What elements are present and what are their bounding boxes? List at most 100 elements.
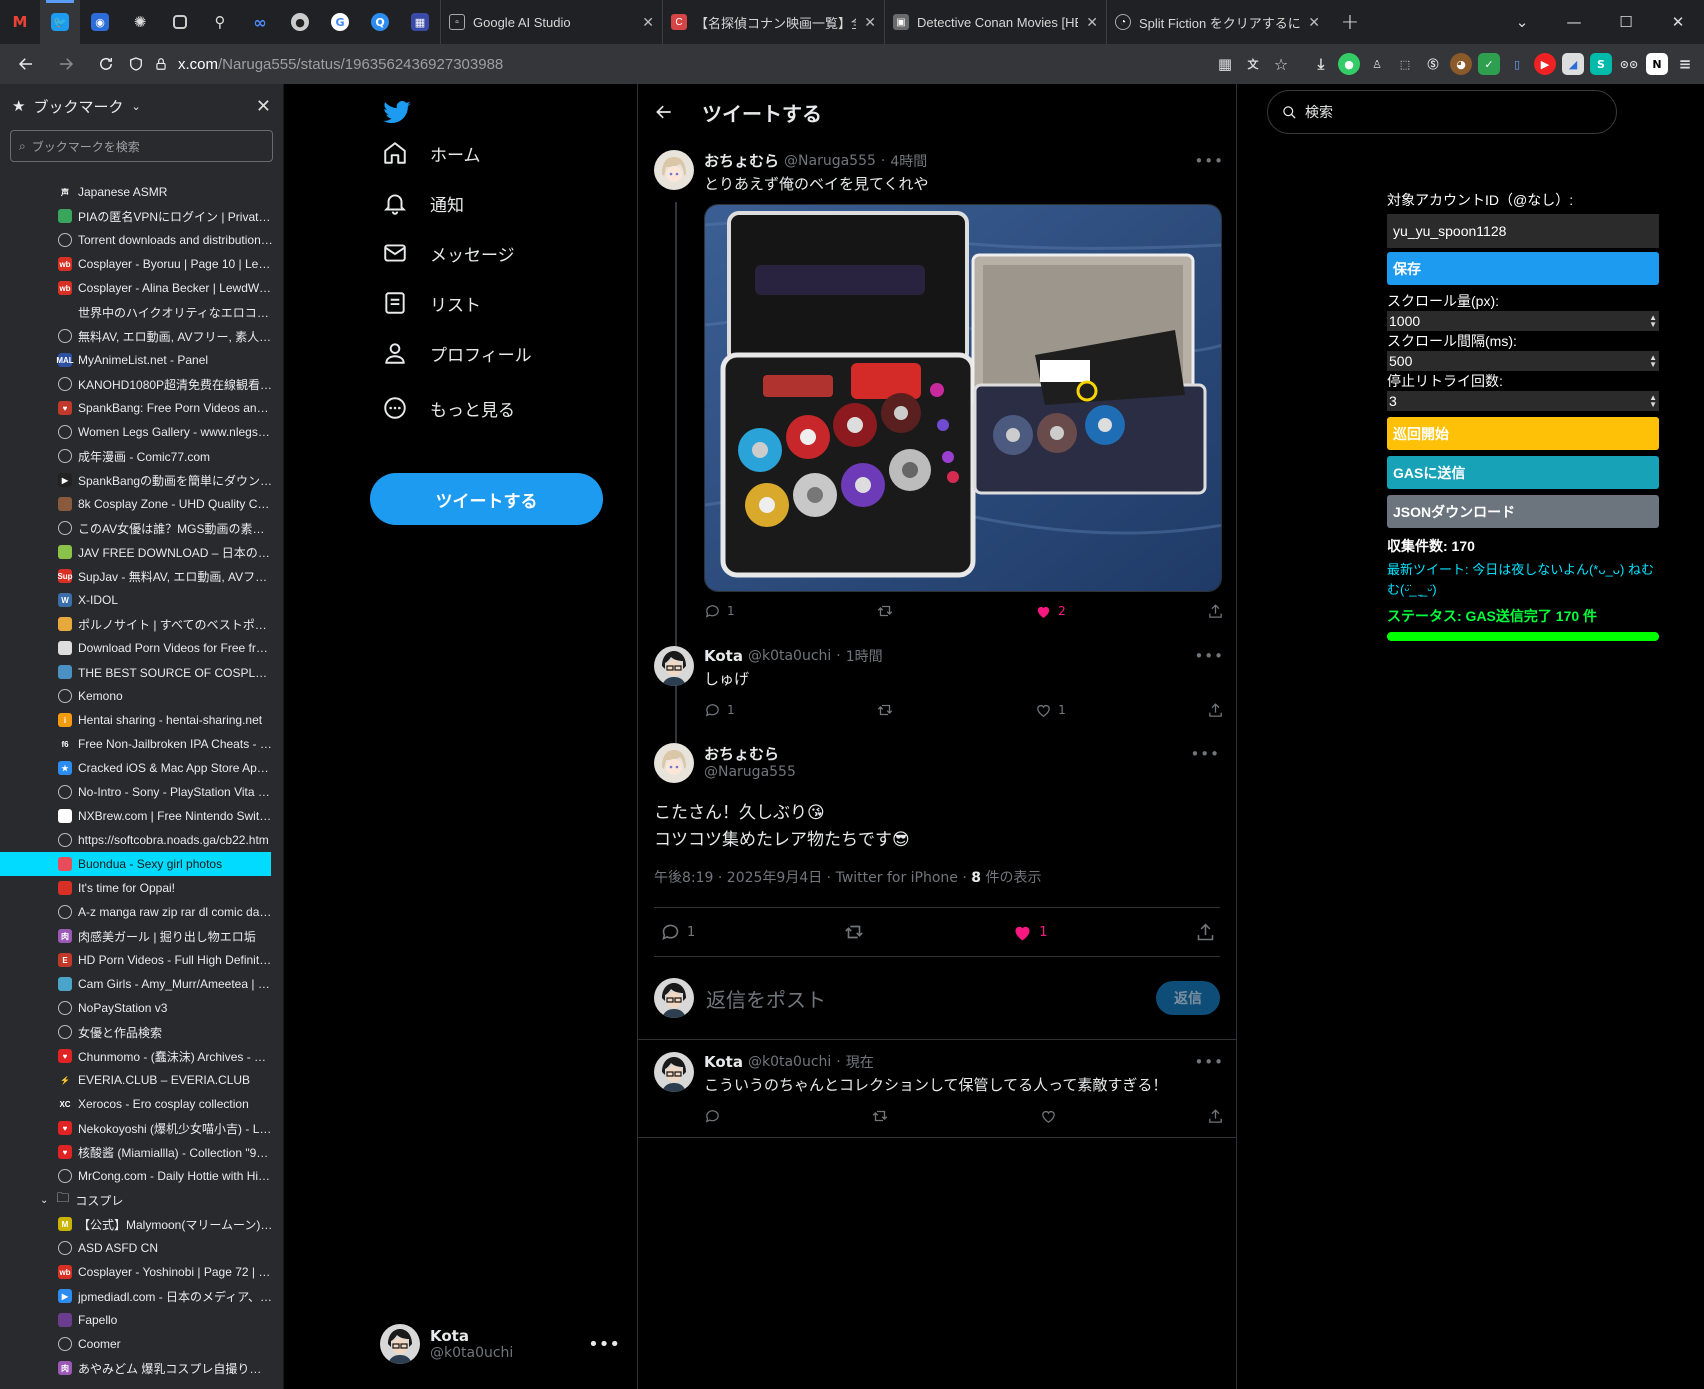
address-bar[interactable]: x.com/Naruga555/status/19635624369273039…: [128, 48, 1028, 80]
scroll-interval-input[interactable]: 500 ▲ ▼: [1387, 351, 1659, 371]
nav-messages[interactable]: メッセージ: [382, 240, 515, 266]
close-icon[interactable]: ✕: [1086, 14, 1098, 31]
pinned-tab-circle[interactable]: ●: [280, 0, 320, 44]
bookmark-item[interactable]: ▶ jpmediadl.com - 日本のメディア、音楽...: [0, 1284, 283, 1308]
spinner-icon[interactable]: ▲ ▼: [1649, 394, 1657, 409]
spinner-icon[interactable]: ▲ ▼: [1649, 314, 1657, 329]
share-button[interactable]: [1195, 922, 1216, 943]
bookmark-item[interactable]: Coomer: [0, 1332, 283, 1356]
bookmark-item[interactable]: wb Cosplayer - Alina Becker | LewdWeb...: [0, 276, 283, 300]
pinned-tab-gmail[interactable]: M: [0, 0, 40, 44]
bookmark-item[interactable]: Fapello: [0, 1308, 283, 1332]
bookmark-item[interactable]: ♥ Chunmomo - (蠢沫沫) Archives - Co...: [0, 1044, 283, 1068]
tab-search-chevron-icon[interactable]: ⌄: [1496, 0, 1548, 44]
extension-person-icon[interactable]: ♙: [1366, 53, 1388, 75]
bookmark-item[interactable]: https://softcobra.noads.ga/cb22.htm: [0, 828, 283, 852]
share-button[interactable]: [1207, 603, 1224, 620]
author-name[interactable]: おちょむら: [704, 150, 779, 171]
bookmark-item[interactable]: ポルノサイト | すべてのベストポルノサイト 2...: [0, 612, 283, 636]
pinned-tab-openai[interactable]: ✺: [120, 0, 160, 44]
like-button[interactable]: [1040, 1108, 1057, 1125]
bookmark-item[interactable]: 肉肉感美ガール | 掘り出し物エロ垢: [0, 924, 283, 948]
like-button[interactable]: 1: [1012, 922, 1048, 943]
bookmark-item[interactable]: NoPayStation v3: [0, 996, 283, 1020]
bookmark-item[interactable]: No-Intro - Sony - PlayStation Vita (P...: [0, 780, 283, 804]
bookmark-item[interactable]: 声 Japanese ASMR: [0, 180, 283, 204]
reply-button[interactable]: 1: [704, 702, 735, 719]
json-download-button[interactable]: JSONダウンロード: [1387, 495, 1659, 528]
tab-3[interactable]: ◔ Split Fiction をクリアするにはどれく ✕: [1106, 0, 1328, 44]
nav-notifications[interactable]: 通知: [382, 190, 464, 216]
extension-play-icon[interactable]: ▶: [1534, 53, 1556, 75]
nav-more[interactable]: もっと見る: [382, 395, 515, 421]
reply-button[interactable]: [704, 1108, 721, 1125]
account-id-input[interactable]: yu_yu_spoon1128: [1387, 214, 1659, 248]
tab-1[interactable]: C 【名探偵コナン映画一覧】全28作品 ✕: [662, 0, 884, 44]
arrow-left-icon[interactable]: [654, 102, 674, 122]
close-icon[interactable]: ✕: [864, 14, 876, 31]
share-button[interactable]: [1207, 702, 1224, 719]
bookmark-item[interactable]: wb Cosplayer - Yoshinobi | Page 72 | Le..…: [0, 1260, 283, 1284]
bookmark-item[interactable]: ⚡ EVERIA.CLUB – EVERIA.CLUB: [0, 1068, 283, 1092]
bookmark-search-input[interactable]: ⌕ ブックマークを検索: [10, 130, 273, 162]
reload-button[interactable]: [88, 48, 124, 80]
extension-blue-icon[interactable]: ▯: [1506, 53, 1528, 75]
reply-tweet[interactable]: Kota @k0ta0uchi · 現在 ••• こういうのちゃんとコレクションして保管…: [638, 1040, 1236, 1138]
bookmark-item[interactable]: PIAの匿名VPNにログイン | Private Inter...: [0, 204, 283, 228]
reply-input[interactable]: 返信をポスト: [706, 984, 1144, 1013]
send-gas-button[interactable]: GASに送信: [1387, 456, 1659, 489]
author-name[interactable]: おちょむら: [704, 743, 779, 764]
avatar[interactable]: [654, 150, 694, 190]
avatar[interactable]: [654, 1052, 694, 1092]
pinned-tab-leaf[interactable]: ⚲: [200, 0, 240, 44]
like-button[interactable]: 2: [1035, 603, 1066, 620]
pinned-tab-google[interactable]: G: [320, 0, 360, 44]
bookmark-item[interactable]: It's time for Oppai!: [0, 876, 283, 900]
tweet-1[interactable]: おちょむら @Naruga555 · 4時間 ••• とりあえず俺のベイを見てくれや: [638, 140, 1236, 772]
nav-profile[interactable]: プロフィール: [382, 340, 532, 366]
close-window-button[interactable]: ✕: [1652, 0, 1704, 44]
reply-button[interactable]: 返信: [1156, 981, 1220, 1015]
close-icon[interactable]: ✕: [1308, 14, 1320, 31]
menu-icon[interactable]: ≡: [1674, 53, 1696, 75]
tweet-time[interactable]: 4時間: [890, 151, 927, 171]
bookmark-item[interactable]: ♥ 核酸酱 (Miamiallla) - Collection "95 ...: [0, 1140, 283, 1164]
more-dots-icon[interactable]: •••: [1190, 745, 1220, 763]
tweet-timestamp[interactable]: 午後8:19 · 2025年9月4日 · Twitter for iPhone …: [654, 870, 971, 886]
extension-glasses-icon[interactable]: ⊙⊙: [1618, 53, 1640, 75]
twitter-logo-icon[interactable]: [382, 98, 412, 128]
retweet-button[interactable]: [843, 921, 865, 943]
maximize-button[interactable]: ☐: [1600, 0, 1652, 44]
more-dots-icon[interactable]: •••: [1194, 647, 1224, 665]
retweet-button[interactable]: [876, 701, 894, 719]
bookmark-item[interactable]: ▶ SpankBangの動画を簡単にダウンロード...: [0, 468, 283, 492]
bookmark-item[interactable]: ★ Cracked iOS & Mac App Store Apps ...: [0, 756, 283, 780]
chevron-down-icon[interactable]: ⌄: [131, 100, 140, 113]
bookmark-item[interactable]: NXBrew.com | Free Nintendo Switch ...: [0, 804, 283, 828]
bookmark-item[interactable]: Women Legs Gallery - www.nlegs.co...: [0, 420, 283, 444]
apps-grid-icon[interactable]: ▦: [1214, 53, 1236, 75]
start-crawl-button[interactable]: 巡回開始: [1387, 417, 1659, 450]
minimize-button[interactable]: —: [1548, 0, 1600, 44]
extension-monkey-icon[interactable]: ◕: [1450, 53, 1472, 75]
share-button[interactable]: [1207, 1108, 1224, 1125]
bookmark-item[interactable]: A-z manga raw zip rar dl comic daily.: [0, 900, 283, 924]
extension-teal-icon[interactable]: S: [1590, 53, 1612, 75]
bookmark-item[interactable]: 世界中のハイクオリティなエロコスプレ - エ...: [0, 300, 283, 324]
bookmark-item[interactable]: M 【公式】Malymoon(マリームーン) コ...: [0, 1212, 283, 1236]
tab-0[interactable]: ▫ Google AI Studio ✕: [440, 0, 662, 44]
tweet-button[interactable]: ツイートする: [370, 473, 603, 525]
bookmark-item[interactable]: このAV女優は誰？MGS動画の素人AV...: [0, 516, 283, 540]
bookmark-item[interactable]: ♥ Nekokoyoshi (爆机少女喵小吉) - Lik...: [0, 1116, 283, 1140]
star-icon[interactable]: ☆: [1270, 53, 1292, 75]
bookmark-item[interactable]: W X-IDOL: [0, 588, 283, 612]
bookmark-item[interactable]: Sup SupJav - 無料AV, エロ動画, AVフリー, ...: [0, 564, 283, 588]
bookmark-item[interactable]: Kemono: [0, 684, 283, 708]
author-handle[interactable]: @Naruga555: [704, 764, 796, 780]
tweet-time[interactable]: 現在: [846, 1052, 874, 1072]
pinned-tab-square[interactable]: [160, 0, 200, 44]
avatar[interactable]: [654, 646, 694, 686]
bookmark-item[interactable]: Buondua - Sexy girl photos: [0, 852, 271, 876]
author-name[interactable]: Kota: [704, 647, 743, 665]
bookmark-item[interactable]: Torrent downloads and distributions...: [0, 228, 283, 252]
